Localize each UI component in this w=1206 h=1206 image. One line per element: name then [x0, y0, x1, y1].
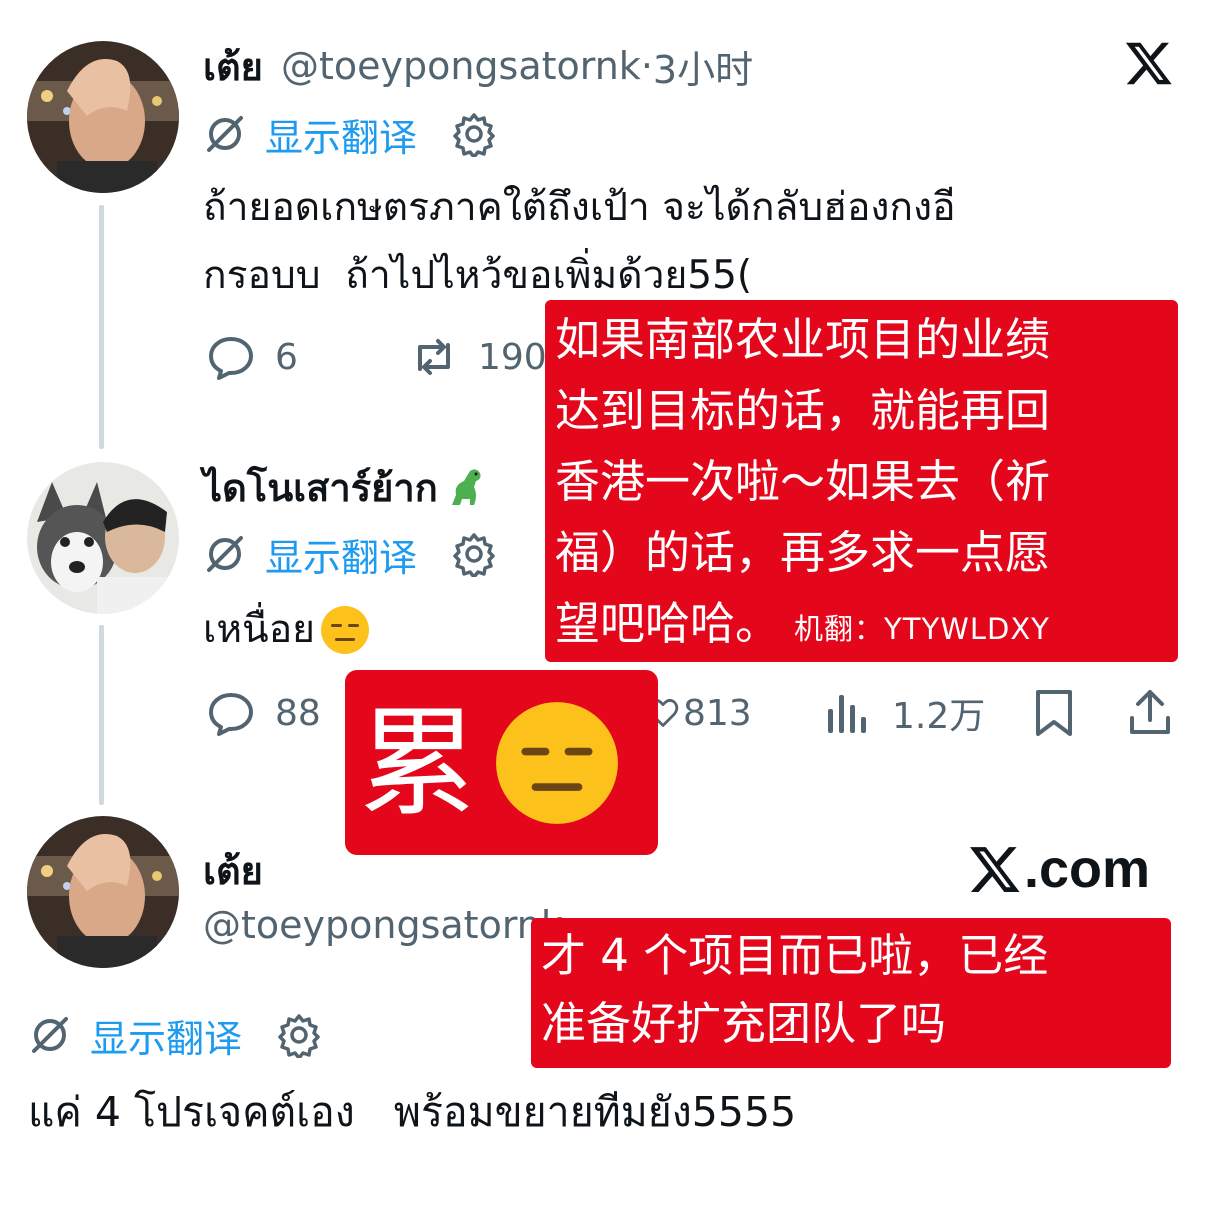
share-icon[interactable]: [1124, 686, 1176, 738]
tweet-text-line: กรอบบ ถ้าไปไหว้ขอเพิ่มด้วย55(: [203, 253, 753, 298]
site-name: .com: [1024, 839, 1151, 899]
translate-icon: [32, 1017, 68, 1053]
machine-translation-label: 机翻：YTYWLDXY: [794, 612, 1050, 646]
expressionless-face-emoji: [319, 604, 371, 656]
avatar[interactable]: [27, 462, 179, 614]
repost-count: 190: [478, 336, 547, 378]
bookmark-icon[interactable]: [1030, 688, 1078, 738]
show-translation-link[interactable]: 显示翻译: [90, 1008, 242, 1063]
author-name[interactable]: ไดโนเสาร์ย้าก: [203, 457, 438, 518]
site-branding: .com: [968, 838, 1150, 900]
bar-chart-icon: [828, 695, 866, 733]
reply-icon: [209, 693, 253, 736]
like-count: 813: [683, 692, 752, 734]
reply-button[interactable]: 88: [205, 688, 321, 738]
translation-overlay: 如果南部农业项目的业绩 达到目标的话，就能再回 香港一次啦～如果去（祈 福）的话…: [545, 300, 1178, 662]
like-button[interactable]: 813: [645, 688, 752, 738]
author-handle[interactable]: @toeypongsatornk: [203, 903, 563, 947]
gear-icon[interactable]: [276, 1012, 322, 1058]
tweet-text: เหนื่อย: [203, 607, 315, 652]
dinosaur-emoji: [444, 465, 488, 509]
show-translation-link[interactable]: 显示翻译: [265, 107, 417, 162]
separator: ·: [640, 44, 653, 88]
reply-icon: [209, 337, 253, 380]
translation-char: 累: [359, 693, 478, 832]
tweet-text-line: ถ้ายอดเกษตรภาคใต้ถึงเป้า จะได้กลับฮ่องกง…: [203, 185, 956, 230]
author-name[interactable]: เต้ย: [203, 840, 263, 901]
timestamp[interactable]: 3小时: [653, 39, 753, 94]
gear-icon[interactable]: [451, 531, 497, 577]
thread-line: [99, 205, 104, 449]
translate-icon: [207, 116, 243, 152]
x-logo-icon: [1124, 38, 1174, 88]
repost-icon: [418, 339, 450, 375]
avatar[interactable]: [27, 41, 179, 193]
gear-icon[interactable]: [451, 111, 497, 157]
reply-count: 88: [275, 692, 321, 734]
author-name[interactable]: เต้ย: [203, 36, 263, 97]
x-logo-icon: [970, 847, 1020, 892]
author-handle[interactable]: @toeypongsatornk: [281, 44, 641, 88]
thread-line: [99, 625, 104, 805]
avatar[interactable]: [27, 816, 179, 968]
tweet-text: แค่ 4 โปรเจคต์เอง พร้อมขยายทีมยัง5555: [28, 1088, 797, 1136]
translation-text-last: 望吧哈哈。: [555, 597, 781, 650]
repost-button[interactable]: 190: [408, 332, 547, 382]
reply-count: 6: [275, 336, 298, 378]
translation-text: 如果南部农业项目的业绩 达到目标的话，就能再回 香港一次啦～如果去（祈 福）的话…: [555, 313, 1051, 579]
translate-icon: [207, 536, 243, 572]
reply-button[interactable]: 6: [205, 332, 298, 382]
show-translation-link[interactable]: 显示翻译: [265, 527, 417, 582]
translation-overlay: 累: [345, 670, 658, 855]
views-button[interactable]: 1.2万: [822, 688, 985, 738]
translation-text: 才 4 个项目而已啦，已经 准备好扩充团队了吗: [541, 929, 1049, 1050]
translation-overlay: 才 4 个项目而已啦，已经 准备好扩充团队了吗: [531, 918, 1171, 1068]
expressionless-face-emoji: [491, 697, 623, 829]
view-count: 1.2万: [892, 696, 986, 737]
